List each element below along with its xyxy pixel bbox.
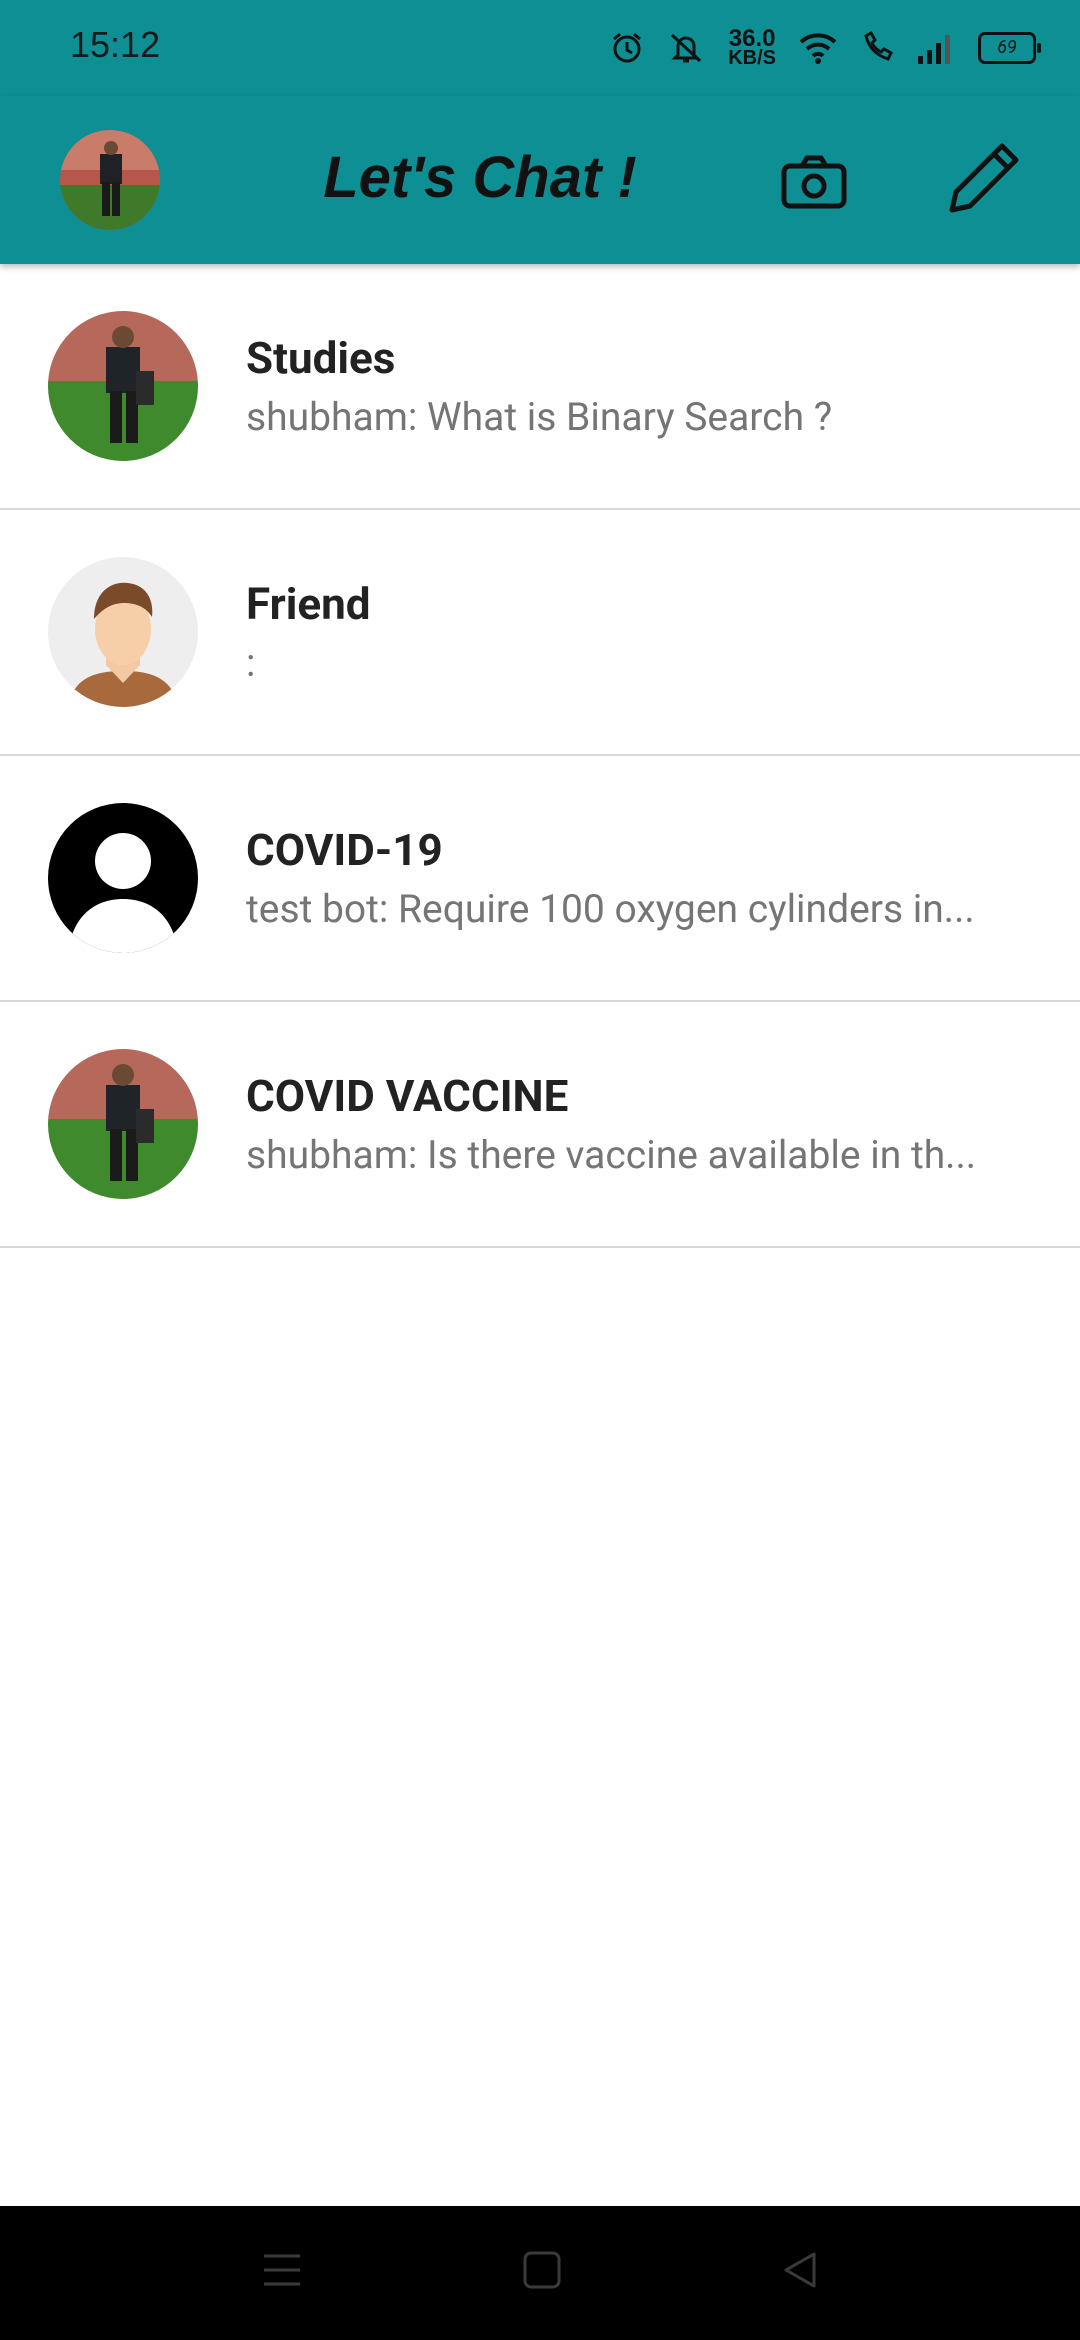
chat-name: COVID-19 bbox=[246, 824, 443, 876]
status-icons: 36.0 KB/S 69 bbox=[610, 22, 1041, 74]
back-icon[interactable] bbox=[780, 2250, 820, 2294]
chat-name: Friend bbox=[246, 578, 371, 630]
chat-last-message: shubham: Is there vaccine available in t… bbox=[246, 1132, 977, 1178]
chat-item-studies[interactable]: Studies shubham: What is Binary Search ? bbox=[0, 264, 1080, 510]
alarm-icon bbox=[610, 31, 644, 65]
chat-last-message: shubham: What is Binary Search ? bbox=[246, 394, 833, 440]
signal-icon bbox=[916, 32, 956, 64]
chat-avatar-photo bbox=[48, 311, 198, 461]
battery-icon: 69 bbox=[978, 32, 1041, 64]
status-bar: 15:12 36.0 KB/S 69 bbox=[0, 0, 1080, 96]
chat-avatar-photo bbox=[48, 1049, 198, 1199]
chat-last-message: : bbox=[246, 640, 256, 686]
wifi-call-icon bbox=[860, 31, 894, 65]
chat-name: COVID VACCINE bbox=[246, 1070, 569, 1122]
camera-icon[interactable] bbox=[778, 146, 850, 218]
edit-pencil-icon[interactable] bbox=[944, 138, 1024, 218]
chat-item-covid-19[interactable]: COVID-19 test bot: Require 100 oxygen cy… bbox=[0, 756, 1080, 1002]
battery-level: 69 bbox=[978, 32, 1041, 64]
status-time: 15:12 bbox=[70, 24, 161, 65]
chat-avatar-cartoon bbox=[48, 557, 198, 707]
network-speed: 36.0 KB/S bbox=[728, 26, 776, 69]
chat-item-covid-vaccine[interactable]: COVID VACCINE shubham: Is there vaccine … bbox=[0, 1002, 1080, 1248]
home-icon[interactable] bbox=[522, 2250, 562, 2294]
mute-bell-icon bbox=[666, 31, 706, 65]
chat-list: Studies shubham: What is Binary Search ?… bbox=[0, 264, 1080, 1248]
chat-name: Studies bbox=[246, 332, 396, 384]
chat-avatar-default bbox=[48, 803, 198, 953]
wifi-icon bbox=[798, 32, 838, 64]
app-bar: Let's Chat ! bbox=[0, 96, 1080, 264]
menu-icon[interactable] bbox=[262, 2250, 302, 2294]
system-nav-bar bbox=[0, 2206, 1080, 2340]
chat-last-message: test bot: Require 100 oxygen cylinders i… bbox=[246, 886, 975, 932]
chat-item-friend[interactable]: Friend : bbox=[0, 510, 1080, 756]
net-speed-unit: KB/S bbox=[728, 46, 776, 69]
